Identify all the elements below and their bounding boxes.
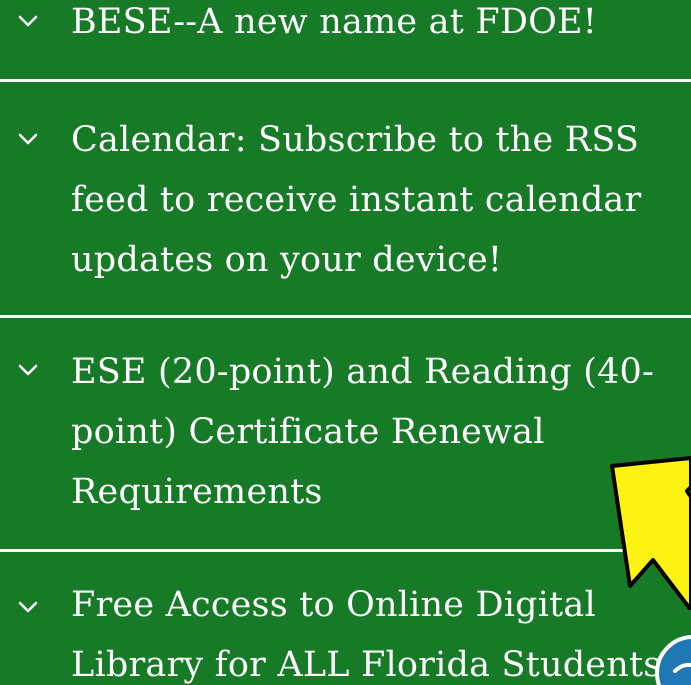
accordion-divider xyxy=(0,315,691,318)
chevron-down-icon xyxy=(18,601,38,613)
accordion-list: BESE--A new name at FDOE! Calendar: Subs… xyxy=(0,0,691,685)
accordion-title: BESE--A new name at FDOE! xyxy=(71,2,597,42)
arrow-pointer-icon xyxy=(610,456,691,610)
chevron-down-icon xyxy=(18,133,38,145)
accordion-divider xyxy=(0,549,691,552)
accordion-title: Free Access to Online Digital Library fo… xyxy=(71,585,662,685)
accordion-title: ESE (20-point) and Reading (40-point) Ce… xyxy=(71,352,655,512)
chevron-down-icon xyxy=(18,15,38,27)
help-button[interactable] xyxy=(648,628,691,685)
accordion-divider xyxy=(0,79,691,82)
accordion-title: Calendar: Subscribe to the RSS feed to r… xyxy=(71,120,653,280)
chevron-down-icon xyxy=(18,364,38,376)
